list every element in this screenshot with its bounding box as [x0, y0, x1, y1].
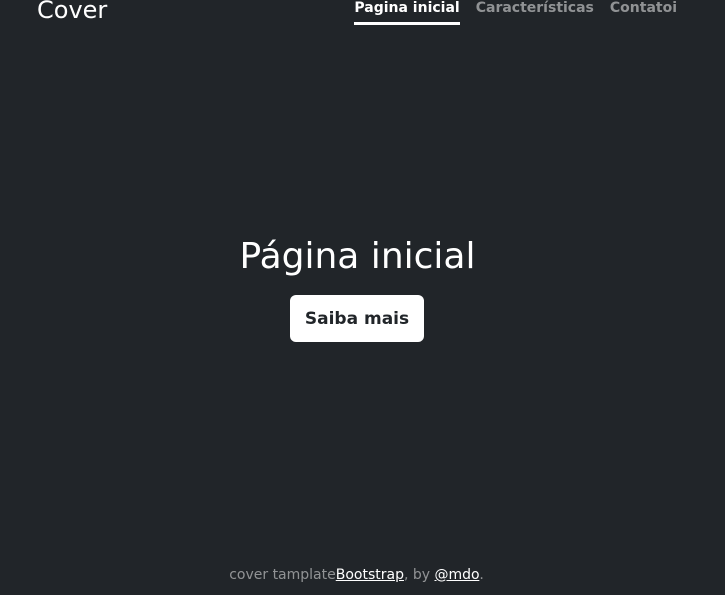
footer-prefix: cover tamplate — [229, 567, 336, 583]
footer-suffix: . — [479, 567, 484, 583]
nav-link-home[interactable]: Pagina inicial — [354, 0, 460, 25]
hero-title: Página inicial — [239, 236, 476, 277]
footer-middle: , by — [403, 567, 435, 583]
footer-text: cover tamplateBootstrap, by @mdo. — [0, 565, 713, 585]
footer-bootstrap-link[interactable]: Bootstrap — [336, 567, 404, 583]
footer-mdo-link[interactable]: @mdo — [435, 567, 480, 583]
brand-title: Cover — [37, 0, 108, 24]
nav-link-contact[interactable]: Contatoi — [610, 0, 677, 25]
nav-link-features[interactable]: Características — [476, 0, 594, 25]
cover-page: Cover Pagina inicial Características Con… — [0, 0, 725, 595]
main-nav: Pagina inicial Características Contatoi — [354, 0, 677, 25]
learn-more-button[interactable]: Saiba mais — [290, 295, 424, 342]
